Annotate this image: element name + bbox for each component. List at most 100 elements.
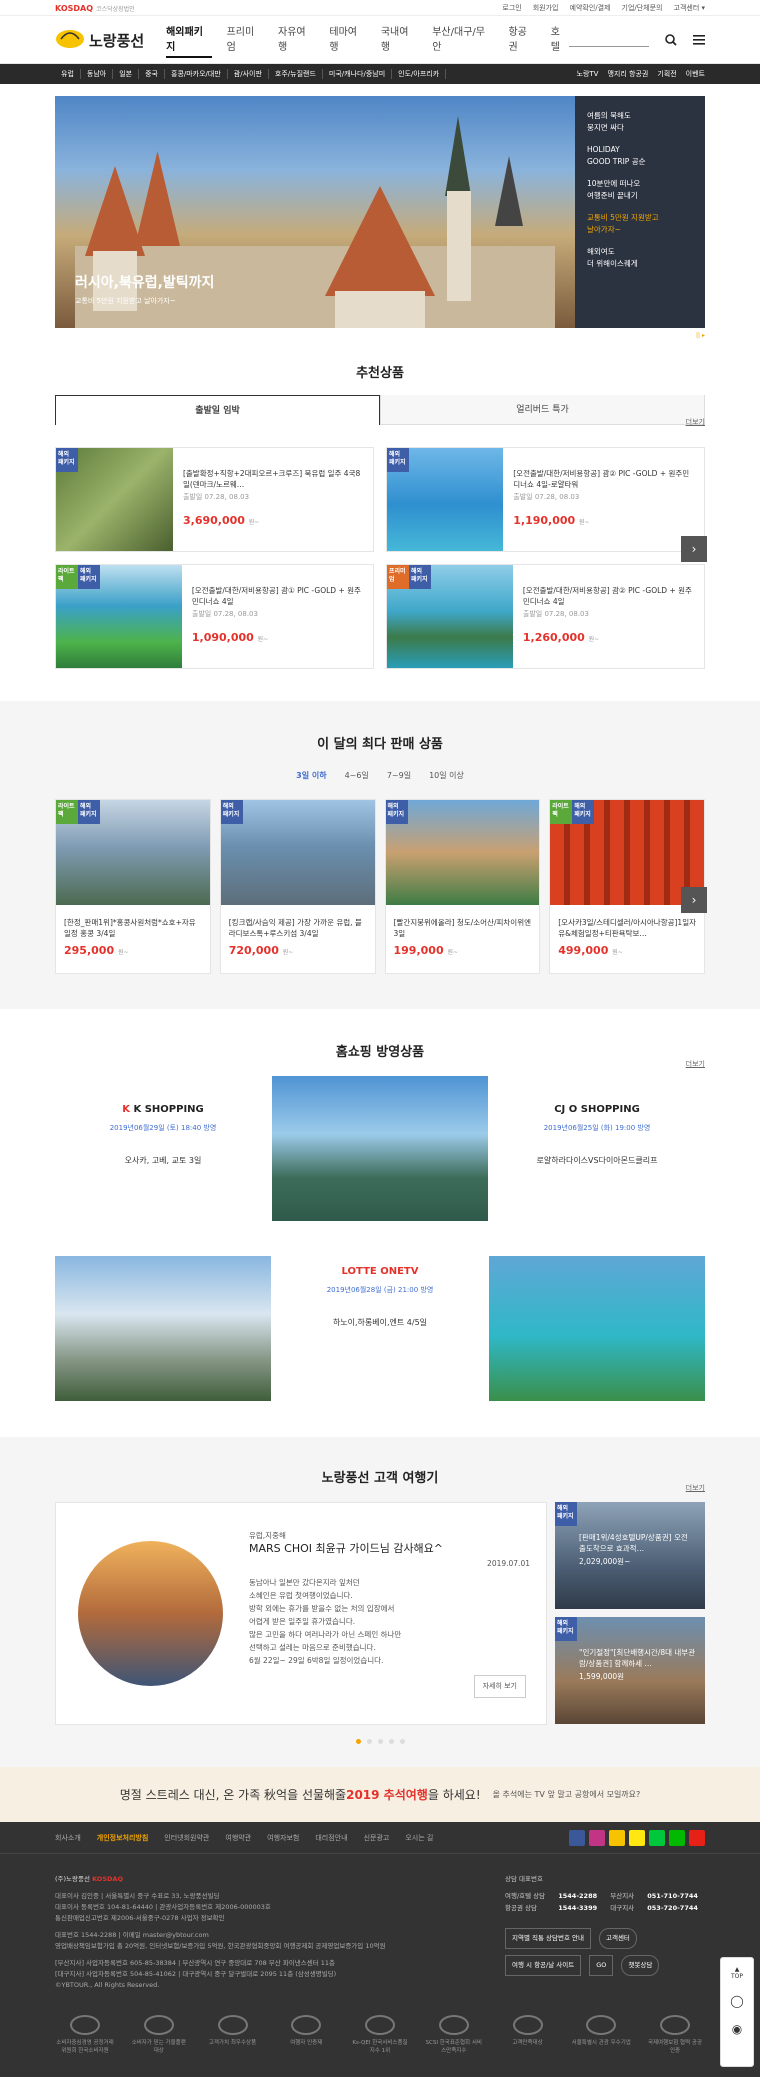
review-side-card[interactable]: 해외 패키지 "인기절정"[최단배행시간/8대 내부관람/상품권] 함께하세 …… [555, 1617, 705, 1724]
product-card[interactable]: 라이트팩 해외 패키지 [한정_판매1위]*홍콩사원처럼*쇼호+자유일정 홍콩 3/… [55, 799, 211, 974]
menu-airline[interactable]: 항공권 [508, 23, 535, 58]
next-arrow-icon[interactable]: › [681, 536, 707, 562]
menu-premium[interactable]: 프리미엄 [227, 23, 263, 58]
chat-icon[interactable]: ◯ [721, 1994, 753, 2008]
site-logo[interactable]: 노랑풍선 [55, 29, 166, 51]
category-europe[interactable]: 유럽 [55, 69, 81, 79]
hero-slide-link[interactable]: 해외여도 더 위해이스퀘게 [587, 246, 693, 270]
homeshop-item[interactable]: K K SHOPPING 2019년06월29일 (토) 18:40 방영 오사… [55, 1076, 271, 1221]
footer-link-company[interactable]: 회사소개 [55, 1833, 81, 1843]
instagram-icon[interactable] [589, 1830, 605, 1846]
signup-link[interactable]: 회원가입 [533, 3, 559, 13]
travel-site-select[interactable]: 여행 시 항공/날 사이트 [505, 1955, 582, 1976]
more-link[interactable]: 더보기 [686, 1059, 705, 1069]
product-price: 499,000 [558, 944, 609, 957]
tab-departure-soon[interactable]: 출발일 임박 [55, 395, 380, 425]
customer-center-link[interactable]: 고객센터 ▾ [674, 3, 706, 13]
tab-3days[interactable]: 3일 이하 [296, 770, 326, 781]
link-promotion[interactable]: 기획전 [657, 69, 676, 79]
product-card[interactable]: 해외 패키지 [빨간지붕위에올라] 청도/소어산/피차이위엔 3일 199,000 … [384, 799, 541, 974]
link-noran-tv[interactable]: 노랑TV [577, 69, 599, 79]
next-arrow-icon[interactable]: › [681, 887, 707, 913]
regional-contact-button[interactable]: 지역별 직통 상담번호 안내 [505, 1928, 591, 1949]
product-card[interactable]: 프리미엄 해외 패키지 [오전출발/대한/저비용항공] 괌② PIC -GOLD … [386, 564, 705, 669]
tab-10days[interactable]: 10일 이상 [429, 770, 464, 781]
review-pagination[interactable] [55, 1739, 705, 1744]
hero-slide-link[interactable]: 10분만에 떠나오 여행준비 끝내기 [587, 178, 693, 202]
go-button[interactable]: GO [589, 1955, 614, 1976]
hero-slide-link[interactable]: 여름의 북해도 뭉지면 싸다 [587, 110, 693, 134]
search-input[interactable] [569, 33, 649, 47]
facebook-icon[interactable] [569, 1830, 585, 1846]
category-india-africa[interactable]: 인도/아프리카 [392, 69, 447, 79]
menu-free-travel[interactable]: 자유여행 [278, 23, 314, 58]
price-unit: 원~ [612, 949, 623, 956]
category-america[interactable]: 미국/캐나다/중남미 [323, 69, 393, 79]
category-japan[interactable]: 일본 [113, 69, 140, 79]
line-icon[interactable] [669, 1830, 685, 1846]
link-event[interactable]: 이벤트 [686, 69, 705, 79]
category-china[interactable]: 중국 [139, 69, 165, 79]
menu-theme-travel[interactable]: 테마여행 [329, 23, 365, 58]
footer-link-privacy[interactable]: 개인정보처리방침 [97, 1833, 149, 1843]
hero-pause-icon[interactable]: || ▸ [696, 332, 705, 339]
side-card-price: 1,599,000원 [579, 1672, 625, 1681]
more-link[interactable]: 더보기 [686, 1483, 705, 1493]
menu-busan-daegu[interactable]: 부산/대구/무안 [432, 23, 493, 58]
cs-number: 051-710-7744 [647, 1892, 698, 1900]
menu-hotel[interactable]: 호텔 [551, 23, 569, 58]
product-card[interactable]: 해외 패키지 [오전출발/대한/저비용항공] 괌② PIC -GOLD + 원주… [386, 447, 705, 552]
eye-icon[interactable]: ◉ [721, 2022, 753, 2036]
menu-overseas-package[interactable]: 해외패키지 [166, 23, 212, 58]
link-airfare[interactable]: 맹지리 항공권 [607, 69, 648, 79]
kakaostory-icon[interactable] [609, 1830, 625, 1846]
banner-text-end: 을 하세요! [427, 1788, 481, 1802]
login-link[interactable]: 로그인 [502, 3, 521, 13]
youtube-icon[interactable] [689, 1830, 705, 1846]
corporate-link[interactable]: 기업/단체문의 [622, 3, 663, 13]
footer-link-insurance[interactable]: 여행자보험 [267, 1833, 299, 1843]
footer-link-terms[interactable]: 인터넷회원약관 [164, 1833, 209, 1843]
footer-link-travel-terms[interactable]: 여행약관 [225, 1833, 251, 1843]
cs-title: 상담 대표번호 [505, 1875, 543, 1883]
tab-7-9days[interactable]: 7~9일 [387, 770, 411, 781]
homeshop-item[interactable]: LOTTE ONETV 2019년06월28일 (금) 21:00 방영 하노이… [272, 1246, 488, 1401]
hero-slide-link[interactable]: HOLIDAY GOOD TRIP 공순 [587, 144, 693, 168]
category-oceania[interactable]: 호주/뉴질랜드 [269, 69, 323, 79]
review-detail-button[interactable]: 자세히 보기 [473, 1675, 526, 1698]
footer-link-ads[interactable]: 신문광고 [364, 1833, 390, 1843]
reservation-link[interactable]: 예약확인/결제 [570, 3, 611, 13]
chatbot-button[interactable]: 챗봇상담 [621, 1955, 660, 1976]
review-date: 2019.07.01 [487, 1559, 530, 1568]
naver-blog-icon[interactable] [649, 1830, 665, 1846]
scroll-top-button[interactable]: ▲ TOP [721, 1958, 753, 1980]
search-icon[interactable] [665, 34, 677, 46]
homeshop-item[interactable]: CJ O SHOPPING 2019년06월25일 (화) 19:00 방영 로… [489, 1076, 705, 1221]
chuseok-banner[interactable]: 명절 스트레스 대신, 온 가족 秋억을 선물해줄 2019 추석여행 을 하세요… [0, 1767, 760, 1822]
footer-link-agency[interactable]: 대리점안내 [315, 1833, 347, 1843]
product-name: [오전출발/대한/저비용항공] 괌① PIC -GOLD + 원주민디너쇼 4일 [191, 586, 361, 606]
footer: 회사소개 개인정보처리방침 인터넷회원약관 여행약관 여행자보험 대리점안내 신… [0, 1822, 760, 2077]
product-card[interactable]: 라이트팩 해외 패키지 [오전출발/대한/저비용항공] 괌① PIC -GOLD … [55, 564, 374, 669]
hero-slide-link-active[interactable]: 교통비 5만원 지원받고 날아가자~ [587, 212, 693, 236]
product-card[interactable]: 해외 패키지 [출발확정+직항+2대피오르+크루즈] 북유럽 일주 4국8일(덴… [55, 447, 374, 552]
menu-domestic[interactable]: 국내여행 [381, 23, 417, 58]
more-link[interactable]: 더보기 [686, 417, 705, 427]
hero-carousel[interactable]: 러시아,북유럽,발틱까지 교통비 5만원 지원받고 날아가자~ 여름의 북해도 … [55, 96, 705, 339]
product-card[interactable]: 해외 패키지 [킹크랩/사슴익 제공] 가장 가까운 유럽, 블라디보스톡+루스키… [219, 799, 376, 974]
review-side-card[interactable]: 해외 패키지 [판매1위/4성호텔UP/상품권] 오전 출도착으로 효과적… 2,… [555, 1502, 705, 1609]
category-guam[interactable]: 괌/사이판 [228, 69, 269, 79]
tab-4-6days[interactable]: 4~6일 [345, 770, 369, 781]
footer-link-directions[interactable]: 오시는 길 [405, 1833, 433, 1843]
category-southeast-asia[interactable]: 동남아 [81, 69, 114, 79]
tab-early-bird[interactable]: 얼리버드 특가 [380, 395, 705, 425]
kakaotalk-icon[interactable] [629, 1830, 645, 1846]
customer-center-button[interactable]: 고객센터 [598, 1928, 637, 1949]
lightpack-badge: 라이트팩 [56, 800, 78, 824]
side-card-price: 2,029,000원~ [579, 1557, 631, 1566]
featured-review[interactable]: 유럽,지중해 MARS CHOI 최윤규 가이드님 감사해요^ 2019.07.… [55, 1502, 547, 1725]
halong-bay-image [272, 1076, 488, 1221]
certification-list: 소비자중심경영 공정거래위원회 한국소비자원 소비자가 믿는 가을플랜 대상 고… [55, 2015, 705, 2054]
category-hongkong[interactable]: 홍콩/마카오/대만 [165, 69, 228, 79]
hamburger-menu-icon[interactable] [693, 35, 705, 45]
